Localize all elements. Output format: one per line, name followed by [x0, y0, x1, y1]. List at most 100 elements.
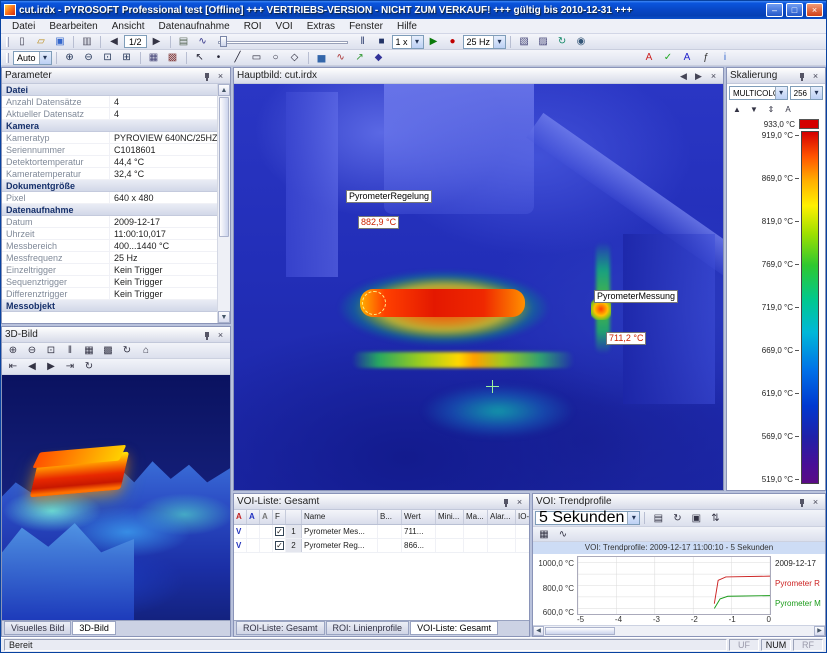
- 3d-view[interactable]: [2, 375, 230, 620]
- close-icon[interactable]: ×: [513, 496, 526, 508]
- levels-select[interactable]: 256 ▾: [790, 86, 823, 100]
- alarm-ack-icon[interactable]: ✓: [659, 51, 677, 65]
- step-back-icon[interactable]: ◀: [23, 360, 41, 374]
- profile-icon[interactable]: ∿: [554, 527, 572, 541]
- 3d-view-icon[interactable]: ◆: [370, 51, 388, 65]
- tab[interactable]: Visuelles Bild: [4, 621, 71, 635]
- parameter-row[interactable]: Pixel 640 x 480: [2, 192, 217, 204]
- close-icon[interactable]: ×: [809, 496, 822, 508]
- table-row[interactable]: V ✓ 2 Pyrometer Reg... 866...: [234, 539, 529, 553]
- scale-auto-icon[interactable]: A: [780, 102, 796, 116]
- grid-icon[interactable]: ▦: [145, 51, 163, 65]
- zoom-fit-icon[interactable]: ⊡: [99, 51, 117, 65]
- parameter-row[interactable]: Einzeltrigger Kein Trigger: [2, 264, 217, 276]
- dropdown-arrow-icon[interactable]: ▾: [411, 36, 423, 48]
- rotate-icon[interactable]: ↻: [118, 344, 136, 358]
- tab[interactable]: VOI-Liste: Gesamt: [410, 621, 498, 635]
- scrollbar-thumb[interactable]: [545, 627, 615, 635]
- menu-item[interactable]: ROI: [237, 21, 269, 32]
- parameter-row[interactable]: Uhrzeit 11:00:10,017: [2, 228, 217, 240]
- chart-icon[interactable]: ∿: [194, 35, 212, 49]
- scroll-left-icon[interactable]: ◀: [533, 626, 544, 636]
- alarm-config-icon[interactable]: A: [640, 51, 658, 65]
- pin-icon[interactable]: [794, 70, 807, 82]
- parameter-grid[interactable]: Datei Anzahl Datensätze 4 Aktueller Date…: [2, 84, 217, 323]
- refresh-icon[interactable]: ↻: [668, 511, 686, 525]
- parameter-row[interactable]: Detektortemperatur 44,4 °C: [2, 156, 217, 168]
- play-icon[interactable]: ▶: [425, 35, 443, 49]
- parameter-row[interactable]: Datei: [2, 84, 217, 96]
- home-view-icon[interactable]: ⌂: [137, 344, 155, 358]
- parameter-row[interactable]: Messbereich 400...1440 °C: [2, 240, 217, 252]
- column-header[interactable]: Alar...: [488, 510, 516, 524]
- column-header[interactable]: A: [234, 510, 247, 524]
- trend-icon[interactable]: ↗: [351, 51, 369, 65]
- menu-item[interactable]: Datenaufnahme: [152, 21, 237, 32]
- close-icon[interactable]: ×: [214, 329, 227, 341]
- menu-item[interactable]: Fenster: [342, 21, 390, 32]
- color-scale-bar[interactable]: [801, 131, 819, 484]
- parameter-row[interactable]: Datum 2009-12-17: [2, 216, 217, 228]
- dropdown-arrow-icon[interactable]: ▾: [39, 52, 51, 64]
- parameter-scrollbar[interactable]: ▲ ▼: [217, 84, 230, 323]
- parameter-row[interactable]: Seriennummer C1018601: [2, 144, 217, 156]
- menu-item[interactable]: Ansicht: [105, 21, 152, 32]
- column-header[interactable]: Mini...: [436, 510, 464, 524]
- dropdown-arrow-icon[interactable]: ▾: [775, 87, 787, 99]
- time-range-select[interactable]: 5 Sekunden ▾: [535, 511, 640, 525]
- grid-icon[interactable]: ▦: [535, 527, 553, 541]
- zoom-mode-select[interactable]: Auto ▾: [13, 51, 52, 65]
- checkbox-checked-icon[interactable]: ✓: [275, 541, 284, 550]
- scroll-down-icon[interactable]: ▼: [218, 311, 230, 323]
- camera-icon[interactable]: ▧: [515, 35, 533, 49]
- toolbar-grip[interactable]: [6, 53, 9, 63]
- column-header[interactable]: IO-P...: [516, 510, 529, 524]
- point-roi-icon[interactable]: •: [210, 51, 228, 65]
- column-header[interactable]: B...: [378, 510, 402, 524]
- parameter-row[interactable]: Kameratyp PYROVIEW 640NC/25HZ/17.X13: [2, 132, 217, 144]
- next-dataset-button[interactable]: ▶: [148, 35, 166, 49]
- label-icon[interactable]: A: [678, 51, 696, 65]
- dropdown-arrow-icon[interactable]: ▾: [493, 36, 505, 48]
- pin-icon[interactable]: [199, 329, 212, 341]
- close-button[interactable]: ×: [806, 3, 823, 17]
- pin-icon[interactable]: [498, 496, 511, 508]
- report-icon[interactable]: ▤: [175, 35, 193, 49]
- last-frame-icon[interactable]: ⇥: [61, 360, 79, 374]
- select-icon[interactable]: ↖: [191, 51, 209, 65]
- menu-item[interactable]: Extras: [300, 21, 342, 32]
- parameter-row[interactable]: Dokumentgröße: [2, 180, 217, 192]
- parameter-row[interactable]: Differenztrigger Kein Trigger: [2, 288, 217, 300]
- copy-icon[interactable]: ▣: [687, 511, 705, 525]
- column-header[interactable]: F: [273, 510, 286, 524]
- polygon-roi-icon[interactable]: ◇: [286, 51, 304, 65]
- speed-select[interactable]: 1 x ▾: [392, 35, 424, 49]
- tab-scroll-right-icon[interactable]: ▶: [692, 70, 705, 82]
- export-icon[interactable]: ⇅: [706, 511, 724, 525]
- scrollbar-thumb[interactable]: [219, 97, 229, 237]
- toolbar-grip[interactable]: [6, 37, 9, 47]
- column-header[interactable]: A: [247, 510, 260, 524]
- playback-position-slider[interactable]: [218, 36, 348, 48]
- profile-icon[interactable]: ∿: [332, 51, 350, 65]
- zoom-in-icon[interactable]: ⊕: [4, 344, 22, 358]
- histogram-icon[interactable]: ▅: [313, 51, 331, 65]
- parameter-row[interactable]: Kameratemperatur 32,4 °C: [2, 168, 217, 180]
- stop-icon[interactable]: ■: [373, 35, 391, 49]
- parameter-row[interactable]: Anzahl Datensätze 4: [2, 96, 217, 108]
- zoom-window-icon[interactable]: ⊞: [118, 51, 136, 65]
- scale-shift-down-icon[interactable]: ▼: [746, 102, 762, 116]
- close-icon[interactable]: ×: [809, 70, 822, 82]
- open-file-icon[interactable]: ▱: [32, 35, 50, 49]
- menu-item[interactable]: Bearbeiten: [42, 21, 104, 32]
- refresh-icon[interactable]: ↻: [553, 35, 571, 49]
- zoom-out-icon[interactable]: ⊖: [80, 51, 98, 65]
- menu-item[interactable]: Datei: [5, 21, 42, 32]
- close-icon[interactable]: ×: [214, 70, 227, 82]
- rect-roi-icon[interactable]: ▭: [248, 51, 266, 65]
- dropdown-arrow-icon[interactable]: ▾: [810, 87, 822, 99]
- loop-icon[interactable]: ↻: [80, 360, 98, 374]
- column-header[interactable]: Name: [302, 510, 378, 524]
- line-roi-icon[interactable]: ╱: [229, 51, 247, 65]
- first-frame-icon[interactable]: ⇤: [4, 360, 22, 374]
